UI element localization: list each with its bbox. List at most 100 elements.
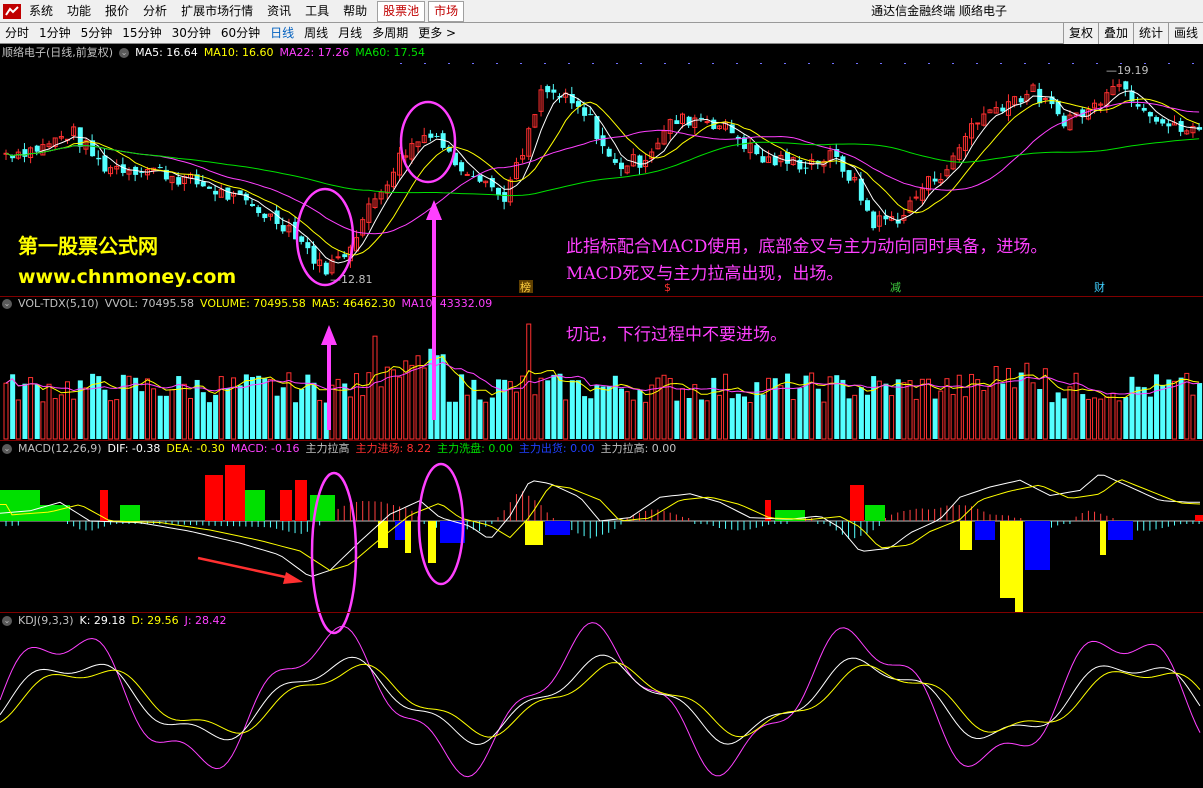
menu-market[interactable]: 市场 bbox=[428, 0, 465, 22]
period-timeshare[interactable]: 分时 bbox=[0, 23, 34, 44]
candle-body bbox=[619, 162, 624, 170]
volume-bar bbox=[1012, 387, 1018, 440]
volume-bar bbox=[446, 401, 452, 439]
main-panel-header: 顺络电子(日线,前复权) ⌄ MA5: 16.64 MA10: 16.60 MA… bbox=[2, 46, 425, 60]
kdj-title: KDJ(9,3,3) bbox=[18, 614, 74, 627]
grid-dot bbox=[544, 63, 546, 64]
candle-body bbox=[846, 170, 852, 181]
highlight-ellipse-top bbox=[399, 100, 457, 184]
volume-bar bbox=[139, 391, 145, 439]
volume-bar bbox=[1123, 397, 1129, 439]
candle-body bbox=[582, 107, 588, 116]
candle-body bbox=[704, 121, 710, 124]
grid-dot bbox=[712, 63, 714, 64]
candle-body bbox=[250, 204, 255, 207]
volume-bar bbox=[704, 400, 710, 440]
volume-bar bbox=[293, 402, 299, 439]
candle-body bbox=[1123, 81, 1129, 90]
volume-bar bbox=[729, 398, 735, 439]
volume-bar bbox=[102, 389, 108, 439]
volume-bar bbox=[760, 394, 766, 439]
volume-bar bbox=[1000, 383, 1006, 439]
candle-body bbox=[1154, 117, 1160, 122]
volume-bar bbox=[661, 374, 667, 440]
grid-dot bbox=[592, 63, 594, 64]
event-marker-2: 减 bbox=[890, 281, 901, 294]
volume-bar bbox=[643, 401, 649, 440]
period-1min[interactable]: 1分钟 bbox=[34, 23, 76, 44]
period-60min[interactable]: 60分钟 bbox=[216, 23, 265, 44]
volume-bar bbox=[256, 375, 262, 439]
overlay-button[interactable]: 叠加 bbox=[1097, 23, 1133, 44]
menu-news[interactable]: 资讯 bbox=[260, 0, 298, 23]
candle-body bbox=[1141, 107, 1147, 111]
volume-bar bbox=[360, 395, 366, 440]
period-30min[interactable]: 30分钟 bbox=[167, 23, 216, 44]
menu-help[interactable]: 帮助 bbox=[336, 0, 374, 23]
volume-bar bbox=[114, 399, 120, 440]
menu-extended-market[interactable]: 扩展市场行情 bbox=[174, 0, 260, 23]
volume-bar bbox=[421, 367, 427, 440]
kdj-panel-menu-icon[interactable]: ⌄ bbox=[2, 616, 12, 626]
candle-body bbox=[760, 156, 766, 163]
ma22-line bbox=[5, 101, 1200, 235]
grid-dot bbox=[808, 63, 810, 64]
candle-body bbox=[551, 89, 557, 93]
period-more[interactable]: 更多 > bbox=[413, 23, 461, 44]
volume-bar bbox=[96, 376, 102, 439]
period-daily[interactable]: 日线 bbox=[265, 23, 299, 44]
volume-bar bbox=[1067, 386, 1073, 440]
period-multi[interactable]: 多周期 bbox=[367, 23, 413, 44]
volume-bar bbox=[157, 395, 163, 439]
period-5min[interactable]: 5分钟 bbox=[76, 23, 118, 44]
volume-bar bbox=[858, 387, 864, 439]
volume-bar bbox=[267, 378, 273, 440]
volume-bar bbox=[347, 396, 353, 440]
volume-bar bbox=[919, 378, 925, 440]
menu-analysis[interactable]: 分析 bbox=[136, 0, 174, 23]
menu-system[interactable]: 系统 bbox=[22, 0, 60, 23]
menu-function[interactable]: 功能 bbox=[60, 0, 98, 23]
volume-bar bbox=[237, 385, 243, 439]
macd-panel-menu-icon[interactable]: ⌄ bbox=[2, 444, 12, 454]
candle-body bbox=[102, 155, 108, 172]
volume-bar bbox=[34, 384, 40, 439]
volume-bar bbox=[1085, 398, 1091, 440]
candle-body bbox=[975, 122, 981, 125]
grid-dot bbox=[928, 63, 930, 64]
volume-bar bbox=[1055, 392, 1061, 439]
volume-bar bbox=[865, 394, 870, 439]
period-weekly[interactable]: 周线 bbox=[299, 23, 333, 44]
volume-bar bbox=[692, 384, 698, 440]
volume-bar bbox=[65, 381, 70, 440]
site-url-watermark: www.chnmoney.com bbox=[18, 266, 237, 288]
candle-body bbox=[686, 116, 692, 126]
volume-bar bbox=[723, 373, 729, 440]
macd-signal-block bbox=[405, 521, 411, 553]
volume-bar bbox=[932, 398, 938, 439]
volume-bar bbox=[513, 391, 519, 440]
kdj-panel-header: ⌄ KDJ(9,3,3) K: 29.18 D: 29.56 J: 28.42 bbox=[2, 614, 227, 628]
restore-rights-button[interactable]: 复权 bbox=[1062, 23, 1098, 44]
grid-dot bbox=[496, 63, 498, 64]
volume-bar bbox=[1190, 394, 1196, 440]
volume-bar bbox=[883, 383, 889, 439]
candle-body bbox=[213, 190, 219, 195]
statistics-button[interactable]: 统计 bbox=[1132, 23, 1168, 44]
candle-body bbox=[464, 173, 470, 176]
draw-line-button[interactable]: 画线 bbox=[1167, 23, 1203, 44]
ma10-value: MA10: 16.60 bbox=[203, 46, 274, 59]
panel-menu-icon[interactable]: ⌄ bbox=[119, 48, 130, 58]
volume-bar bbox=[46, 383, 52, 440]
menu-stock-pool[interactable]: 股票池 bbox=[377, 0, 426, 22]
menu-tools[interactable]: 工具 bbox=[298, 0, 336, 23]
candle-body bbox=[262, 213, 268, 219]
vol-panel-menu-icon[interactable]: ⌄ bbox=[2, 299, 12, 309]
chart-canvas[interactable]: —12.81—19.19榜 $ 减财 bbox=[0, 0, 1203, 788]
red-arrow-head bbox=[283, 572, 303, 584]
menu-quote[interactable]: 报价 bbox=[98, 0, 136, 23]
period-15min[interactable]: 15分钟 bbox=[117, 23, 166, 44]
volume-bar bbox=[1092, 397, 1098, 440]
period-monthly[interactable]: 月线 bbox=[333, 23, 367, 44]
macd-signal-block bbox=[1108, 521, 1133, 540]
